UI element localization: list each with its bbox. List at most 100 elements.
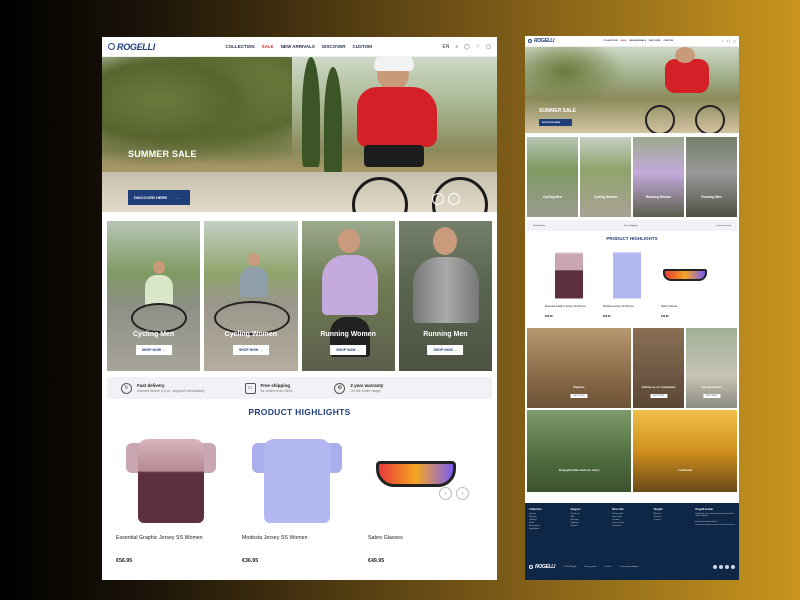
product-card[interactable]: Modesta Jersey SS Women €36.95 bbox=[603, 249, 651, 318]
category-running-women[interactable]: Running Women bbox=[633, 137, 684, 217]
carousel-prev-icon[interactable]: ‹ bbox=[439, 487, 452, 500]
footer-legal-link[interactable]: Privacy policy bbox=[584, 566, 596, 568]
menu-custom[interactable]: CUSTOM bbox=[352, 44, 371, 49]
menu-custom[interactable]: CUSTOM bbox=[663, 40, 672, 42]
product-name[interactable]: Modesta Jersey SS Women bbox=[242, 535, 354, 551]
footer-link[interactable]: Highlighted bbox=[529, 528, 569, 530]
product-name[interactable]: Sabre Glasses bbox=[368, 535, 480, 551]
discover-favourites-tile[interactable]: Our favourites SHOP NOW bbox=[686, 328, 737, 408]
category-cycling-women[interactable]: Cycling Women SHOP NOW → bbox=[204, 221, 298, 371]
footer-link[interactable]: Warranty bbox=[571, 519, 611, 521]
account-icon[interactable]: ◯ bbox=[727, 39, 730, 43]
footer-link[interactable]: Size Guide bbox=[612, 516, 652, 518]
product-name[interactable]: Sabre Glasses bbox=[661, 305, 709, 312]
discover-instagram-tile[interactable]: Follow us on Instagram SHOP NOW bbox=[633, 328, 684, 408]
footer-link[interactable]: Returns bbox=[571, 525, 611, 527]
menu-collection[interactable]: COLLECTION bbox=[603, 40, 617, 42]
instagram-icon[interactable] bbox=[719, 565, 723, 569]
footer-legal-link[interactable]: Terms and conditions bbox=[620, 566, 639, 568]
discover-explore-tile[interactable]: Explore SHOP NOW bbox=[527, 328, 631, 408]
carousel-prev-icon[interactable]: ‹ bbox=[432, 193, 444, 205]
footer-link[interactable]: Careers bbox=[654, 519, 694, 521]
footer-legal-link[interactable]: Cookies bbox=[605, 566, 612, 568]
product-image[interactable] bbox=[242, 431, 354, 523]
category-cycling-men[interactable]: Cycling Men bbox=[527, 137, 578, 217]
menu-discover[interactable]: DISCOVER bbox=[649, 40, 660, 42]
footer-link[interactable]: Vacancies bbox=[612, 525, 652, 527]
footer-link[interactable]: Clothing bbox=[529, 519, 569, 521]
footer-link[interactable]: Contact us bbox=[571, 513, 611, 515]
shop-now-button[interactable]: SHOP NOW → bbox=[330, 345, 367, 355]
shop-now-button[interactable]: SHOP NOW → bbox=[427, 345, 464, 355]
category-running-men[interactable]: Running Men SHOP NOW → bbox=[398, 221, 492, 371]
usp-title: Fast delivery bbox=[533, 224, 546, 227]
menu-new-arrivals[interactable]: NEW ARRIVALS bbox=[629, 40, 646, 42]
category-cycling-women[interactable]: Cycling Women bbox=[580, 137, 631, 217]
product-name[interactable]: Modesta Jersey SS Women bbox=[603, 305, 651, 312]
menu-sale[interactable]: SALE bbox=[621, 40, 627, 42]
footer-link[interactable]: Professional bbox=[612, 513, 652, 515]
footer-link[interactable]: FAQ bbox=[571, 516, 611, 518]
product-image[interactable] bbox=[368, 431, 480, 523]
footer-link[interactable]: Terms of sale bbox=[612, 522, 652, 524]
carousel-next-icon[interactable]: › bbox=[456, 487, 469, 500]
carousel-next-icon[interactable]: › bbox=[448, 193, 460, 205]
product-name[interactable]: Essential Graphic Jersey SS Women bbox=[545, 305, 593, 312]
category-label: Running Men bbox=[423, 331, 468, 338]
lookbook-tile[interactable]: Lookbook bbox=[633, 410, 737, 492]
story-tile[interactable]: #enjoytheride read our story bbox=[527, 410, 631, 492]
footer-link[interactable]: Cookies bbox=[612, 519, 652, 521]
footer-logo[interactable]: ROGELLI bbox=[529, 564, 555, 570]
language-selector[interactable]: EN bbox=[442, 44, 449, 50]
hero-discover-button[interactable]: DISCOVER HERE bbox=[539, 119, 572, 126]
product-image[interactable] bbox=[116, 431, 228, 523]
shop-now-button[interactable]: SHOP NOW bbox=[649, 394, 668, 398]
newsletter-email-input[interactable]: Enter your email address bbox=[695, 521, 735, 525]
product-card[interactable]: Modesta Jersey SS Women €36.95 bbox=[242, 431, 354, 564]
shop-now-button[interactable]: SHOP NOW bbox=[570, 394, 588, 398]
category-tiles: Cycling Men Cycling Women Running Women … bbox=[525, 133, 739, 217]
strava-icon[interactable] bbox=[731, 565, 735, 569]
hero-button-label: DISCOVER HERE bbox=[542, 121, 561, 124]
footer-link[interactable]: Running bbox=[529, 516, 569, 518]
product-image[interactable] bbox=[555, 249, 583, 301]
product-card[interactable]: Essential Graphic Jersey SS Women €56.95 bbox=[116, 431, 228, 564]
category-cycling-men[interactable]: Cycling Men SHOP NOW → bbox=[107, 221, 201, 371]
footer-link[interactable]: Cycling bbox=[529, 513, 569, 515]
product-image[interactable] bbox=[661, 249, 709, 301]
youtube-icon[interactable] bbox=[725, 565, 729, 569]
usp-bar: Fast delivery Free shipping 2 year warra… bbox=[527, 220, 737, 231]
brand-logo[interactable]: ROGELLI bbox=[528, 38, 554, 44]
facebook-icon[interactable] bbox=[713, 565, 717, 569]
cart-icon[interactable]: ▢ bbox=[486, 44, 491, 50]
category-running-women[interactable]: Running Women SHOP NOW → bbox=[301, 221, 395, 371]
menu-sale[interactable]: SALE bbox=[262, 44, 274, 49]
product-name[interactable]: Essential Graphic Jersey SS Women bbox=[116, 535, 228, 551]
footer-link[interactable]: Outlet bbox=[529, 522, 569, 524]
product-card[interactable]: Sabre Glasses €49.95 bbox=[661, 249, 709, 318]
brand-logo[interactable]: ROGELLI bbox=[108, 42, 155, 52]
menu-collection[interactable]: COLLECTION bbox=[225, 44, 254, 49]
cart-icon[interactable]: ▢ bbox=[733, 39, 736, 43]
category-running-men[interactable]: Running Men bbox=[686, 137, 737, 217]
shop-now-button[interactable]: SHOP NOW bbox=[702, 394, 721, 398]
wishlist-icon[interactable]: ♡ bbox=[476, 44, 480, 50]
search-icon[interactable]: ⌕ bbox=[722, 39, 724, 43]
shop-now-button[interactable]: SHOP NOW → bbox=[232, 345, 269, 355]
product-image[interactable] bbox=[613, 249, 641, 301]
footer-link[interactable]: Shipping bbox=[571, 522, 611, 524]
footer-link[interactable]: Accessories bbox=[529, 525, 569, 527]
menu-discover[interactable]: DISCOVER bbox=[322, 44, 346, 49]
account-icon[interactable]: ◯ bbox=[464, 44, 470, 50]
search-icon[interactable]: ⌕ bbox=[455, 44, 458, 50]
product-card[interactable]: Essential Graphic Jersey SS Women €56.95 bbox=[545, 249, 593, 318]
footer-link[interactable]: About us bbox=[654, 513, 694, 515]
shop-now-label: SHOP NOW bbox=[141, 348, 162, 352]
menu-new-arrivals[interactable]: NEW ARRIVALS bbox=[281, 44, 315, 49]
footer-link[interactable]: Partners bbox=[654, 516, 694, 518]
shop-now-label: SHOP NOW bbox=[238, 348, 259, 352]
discover-grid: Explore SHOP NOW Follow us on Instagram SH… bbox=[525, 318, 739, 408]
hero-discover-button[interactable]: DISCOVER HERE → bbox=[128, 190, 190, 205]
shop-now-button[interactable]: SHOP NOW → bbox=[135, 345, 172, 355]
logo-mark-icon bbox=[529, 565, 533, 569]
